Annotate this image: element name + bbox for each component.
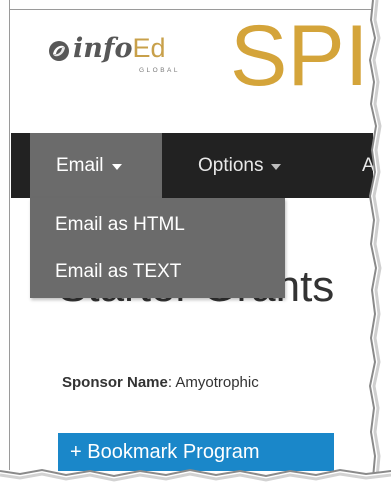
logo-word-info: info (73, 33, 133, 64)
page-header: infoEd GLOBAL SPI (11, 11, 373, 133)
menu-item-email-as-text[interactable]: Email as TEXT (55, 261, 181, 283)
app-title: SPI (230, 8, 369, 104)
screenshot-stage: infoEd GLOBAL SPI Email Options A Email … (0, 0, 391, 489)
infoed-logo[interactable]: infoEd GLOBAL (47, 33, 217, 79)
sponsor-name-value: : Amyotrophic (167, 374, 259, 391)
nav-options-label: Options (198, 154, 264, 176)
logo-subtext: GLOBAL (139, 67, 181, 74)
menu-item-email-as-html[interactable]: Email as HTML (55, 214, 185, 236)
logo-wordmark: infoEd (73, 33, 166, 64)
sponsor-name-row: Sponsor Name: Amyotrophic (62, 374, 259, 391)
bookmark-program-button[interactable]: + Bookmark Program (58, 433, 334, 471)
nav-email-label: Email (56, 154, 104, 176)
torn-edge-right (369, 0, 391, 489)
main-navbar: Email Options A (11, 133, 375, 198)
email-dropdown-menu: Email as HTML Email as TEXT (30, 198, 285, 298)
chevron-down-icon (111, 163, 122, 170)
nav-email-menu[interactable]: Email (30, 133, 162, 198)
torn-edge-bottom (0, 468, 391, 489)
frame-left-edge (0, 0, 10, 470)
chevron-down-icon (271, 163, 282, 170)
nav-options-menu[interactable]: Options (162, 133, 337, 198)
sponsor-name-label: Sponsor Name (62, 374, 168, 391)
logo-word-ed: Ed (132, 33, 166, 63)
logo-swirl-icon (49, 41, 69, 61)
